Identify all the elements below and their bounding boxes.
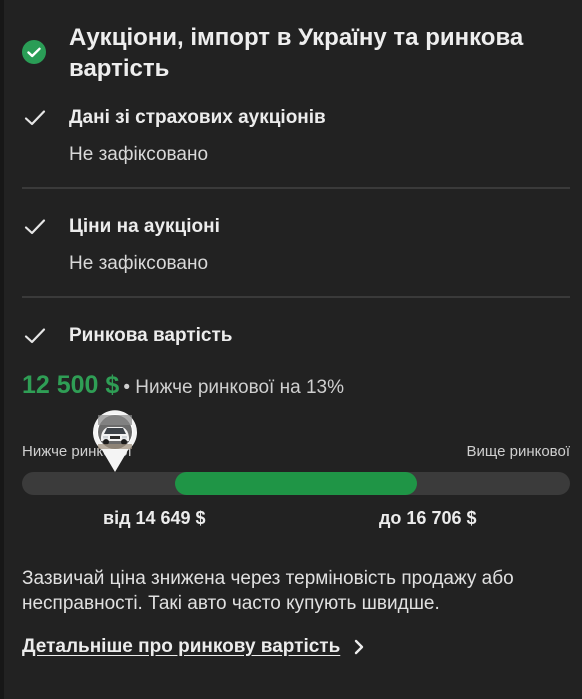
check-icon — [24, 219, 46, 235]
market-range-fill — [175, 472, 417, 495]
section-title: Ціни на аукціоні — [69, 216, 220, 237]
section-value: Не зафіксовано — [69, 144, 209, 165]
check-icon — [24, 328, 46, 344]
chevron-right-icon — [355, 639, 364, 655]
market-value-details-link[interactable]: Детальніше про ринкову вартість — [22, 636, 366, 658]
section-title: Дані зі страхових аукціонів — [69, 107, 326, 128]
info-text: Зазвичай ціна знижена через терміновість… — [22, 568, 514, 614]
check-icon — [24, 110, 46, 126]
label-above-market: Вище ринкової — [466, 443, 570, 460]
divider — [22, 296, 570, 298]
range-from: від 14 649 $ — [103, 508, 206, 528]
left-rail — [0, 0, 4, 699]
card-title: Аукціони, імпорт в Україну та ринкова ва… — [69, 24, 524, 82]
auction-market-card: Аукціони, імпорт в Україну та ринкова ва… — [0, 0, 582, 699]
divider — [22, 187, 570, 189]
link-label[interactable]: Детальніше про ринкову вартість — [22, 636, 340, 658]
listing-price: 12 500 $ — [22, 371, 120, 399]
section-value: Не зафіксовано — [69, 253, 209, 274]
section-title: Ринкова вартість — [69, 325, 233, 346]
price-comparison-note: • Нижче ринкової на 13% — [123, 377, 344, 398]
check-circle-icon — [22, 40, 46, 64]
price-range-track — [22, 472, 570, 495]
price-row: 12 500 $ • Нижче ринкової на 13% — [22, 371, 344, 400]
range-to: до 16 706 $ — [379, 508, 477, 528]
car-pin-icon — [91, 408, 139, 474]
